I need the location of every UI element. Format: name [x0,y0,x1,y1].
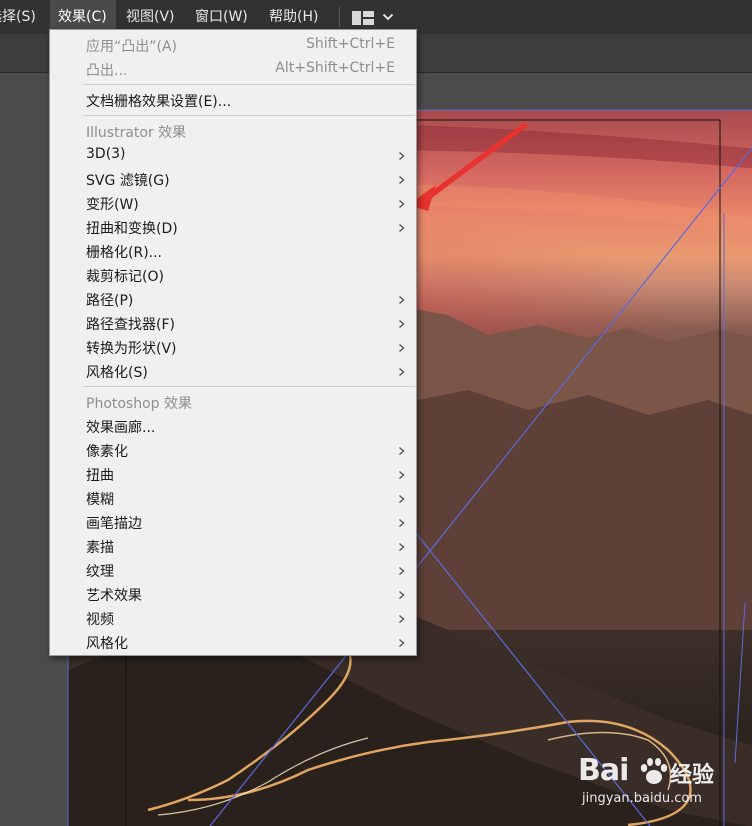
menu-item-photoshop-1[interactable]: 效果画廊... [50,414,416,438]
paw-icon [640,758,668,784]
chevron-right-icon [399,590,405,600]
menu-item-label: 模糊 [86,492,114,508]
menu-item-label: 像素化 [86,444,128,460]
menu-item-illustrator-6[interactable]: 裁剪标记(O) [50,263,416,287]
chevron-right-icon [399,223,405,233]
menu-item-photoshop-2[interactable]: 像素化 [50,438,416,462]
menu-item-illustrator-9[interactable]: 转换为形状(V) [50,335,416,359]
menu-item-apply-last-effect[interactable]: 应用“凸出”(A) Shift+Ctrl+E [50,33,416,57]
menu-item-illustrator-5[interactable]: 栅格化(R)... [50,239,416,263]
menu-item-label: 裁剪标记(O) [86,269,164,285]
chevron-right-icon [399,295,405,305]
menu-item-shortcut: Shift+Ctrl+E [305,36,395,52]
menu-item-label: 应用“凸出”(A) [86,39,178,55]
chevron-right-icon [399,566,405,576]
workspace-layout-icon[interactable] [352,11,374,25]
watermark-logo-text: Bai [578,753,629,788]
menu-item-document-raster-settings[interactable]: 文档栅格效果设置(E)... [50,88,416,112]
chevron-right-icon [399,638,405,648]
menu-item-label: SVG 滤镜(G) [86,173,170,189]
annotation-arrow [408,122,528,211]
chevron-right-icon [399,518,405,528]
menu-item-shortcut: Alt+Shift+Ctrl+E [275,60,395,76]
chevron-down-icon[interactable] [382,12,394,22]
menu-item-photoshop-3[interactable]: 扭曲 [50,462,416,486]
watermark-logo-cn: 经验 [670,763,715,788]
illustrator-effects-header: Illustrator 效果 [86,125,187,141]
menu-item-photoshop-6[interactable]: 素描 [50,534,416,558]
menu-separator [83,386,415,387]
menu-item-last-effect[interactable]: 凸出... Alt+Shift+Ctrl+E [50,57,416,81]
menubar-separator [339,7,340,27]
menu-item-illustrator-3[interactable]: 变形(W) [50,191,416,215]
menu-item-label: 扭曲 [86,468,114,484]
effect-menu: 应用“凸出”(A) Shift+Ctrl+E 凸出... Alt+Shift+C… [49,29,417,656]
menu-item-photoshop-7[interactable]: 纹理 [50,558,416,582]
menu-item-illustrator-2[interactable]: SVG 滤镜(G) [50,167,416,191]
chevron-right-icon [399,151,405,161]
chevron-right-icon [399,494,405,504]
menu-view-label: 视图(V) [126,9,175,25]
menu-item-photoshop-4[interactable]: 模糊 [50,486,416,510]
menu-item-label: 转换为形状(V) [86,341,177,357]
menu-item-photoshop-10[interactable]: 风格化 [50,630,416,654]
menu-item-photoshop-8[interactable]: 艺术效果 [50,582,416,606]
menu-item-label: 凸出... [86,63,128,79]
baidu-watermark: Bai 经验 jingyan.baidu.com [578,753,748,815]
menu-item-label: 栅格化(R)... [86,245,163,261]
menu-item-photoshop-5[interactable]: 画笔描边 [50,510,416,534]
menu-item-label: 扭曲和变换(D) [86,221,178,237]
menu-item-illustrator-7[interactable]: 路径(P) [50,287,416,311]
menu-item-illustrator-8[interactable]: 路径查找器(F) [50,311,416,335]
watermark-url: jingyan.baidu.com [582,791,702,806]
chevron-right-icon [399,470,405,480]
chevron-right-icon [399,446,405,456]
chevron-right-icon [399,175,405,185]
chevron-right-icon [399,199,405,209]
menu-item-label: 素描 [86,540,114,556]
menu-item-illustrator-4[interactable]: 扭曲和变换(D) [50,215,416,239]
menu-window-label: 窗口(W) [195,9,248,25]
menu-item-label: 路径查找器(F) [86,317,175,333]
menu-item-label: 变形(W) [86,197,139,213]
menu-item-label: 视频 [86,612,114,628]
menu-item-photoshop-9[interactable]: 视频 [50,606,416,630]
photoshop-effects-header: Photoshop 效果 [86,396,193,412]
menu-item-label: 画笔描边 [86,516,142,532]
chevron-right-icon [399,367,405,377]
menu-separator [83,115,415,116]
menu-help-label: 帮助(H) [269,9,319,25]
chevron-right-icon [399,319,405,329]
menu-item-label: 风格化(S) [86,365,148,381]
menu-item-illustrator-1[interactable]: 3D(3) [50,143,416,167]
menu-select[interactable]: 选择(S) [0,0,44,34]
chevron-right-icon [399,343,405,353]
menu-item-label: 风格化 [86,636,128,652]
menu-item-label: 文档栅格效果设置(E)... [86,94,232,110]
menu-item-label: 路径(P) [86,293,134,309]
menu-item-label: 艺术效果 [86,588,142,604]
menu-item-label: 效果画廊... [86,420,156,436]
chevron-right-icon [399,542,405,552]
menu-item-illustrator-10[interactable]: 风格化(S) [50,359,416,383]
menu-effect-label: 效果(C) [58,9,107,25]
menu-separator [83,84,415,85]
menu-select-label: 选择(S) [0,9,36,25]
chevron-right-icon [399,614,405,624]
menu-item-label: 3D(3) [86,146,126,162]
menu-item-label: 纹理 [86,564,114,580]
